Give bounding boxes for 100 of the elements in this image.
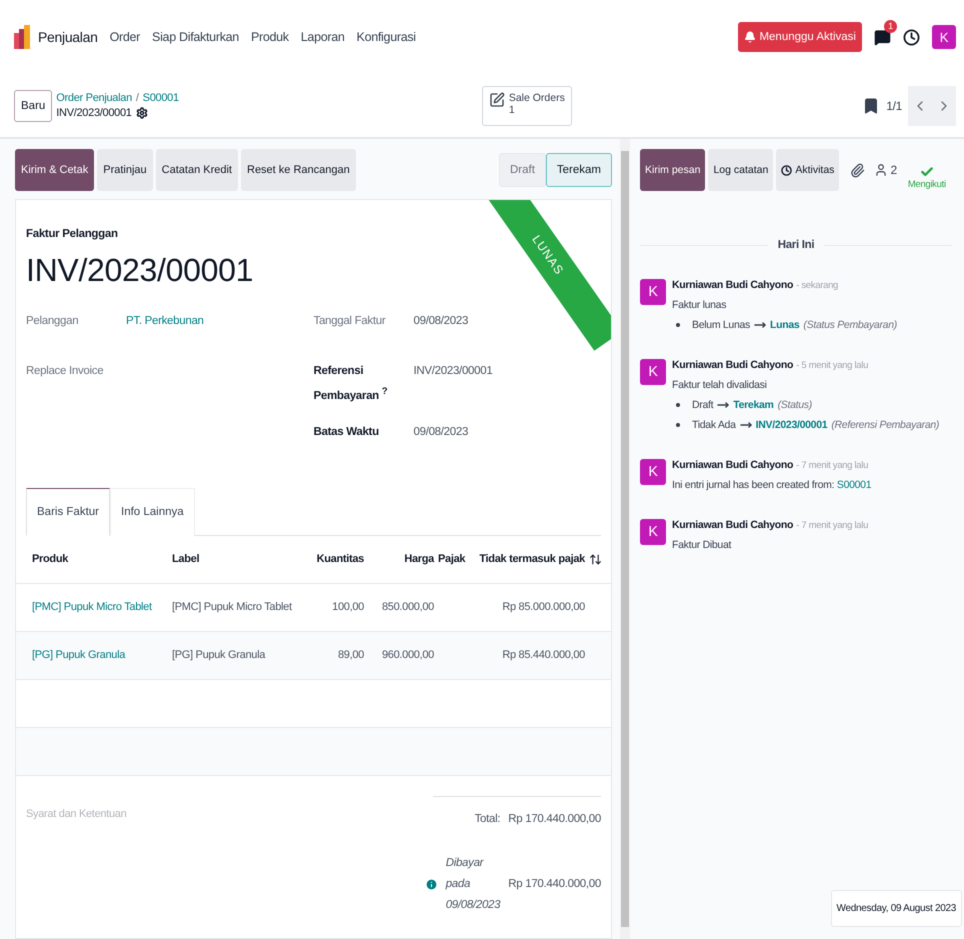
author-name: Kurniawan Budi Cahyono <box>672 279 794 291</box>
author-avatar: K <box>640 459 666 485</box>
bullet-dot <box>676 403 680 407</box>
message-time: - 7 menit yang lalu <box>796 460 868 471</box>
new-value: Terekam <box>733 399 774 411</box>
activation-button[interactable]: Menunggu Aktivasi <box>738 22 862 52</box>
author-avatar: K <box>640 359 666 385</box>
menu-item[interactable]: Laporan <box>300 30 345 44</box>
author-name: Kurniawan Budi Cahyono <box>672 359 794 371</box>
new-value: INV/2023/00001 <box>756 419 828 431</box>
sale-orders-button[interactable]: Sale Orders 1 <box>482 86 572 126</box>
column-header[interactable]: Label <box>172 553 312 566</box>
changed-field: (Status) <box>778 399 812 411</box>
followers-count[interactable]: 2 <box>874 163 897 177</box>
column-header[interactable]: Harga <box>368 553 438 566</box>
chatter-button[interactable]: Aktivitas <box>776 149 840 191</box>
tab[interactable]: Info Lainnya <box>110 488 195 536</box>
table-cell-text: Rp 85.000.000,00 <box>501 601 586 614</box>
field-label: Tanggal Faktur <box>314 314 386 329</box>
app-logo-icon <box>14 25 30 49</box>
message-text: Faktur lunas <box>672 299 726 311</box>
bell-icon <box>744 31 756 43</box>
message-time: - 5 menit yang lalu <box>796 360 868 371</box>
settings-icon[interactable] <box>136 107 148 119</box>
record-name: INV/2023/00001 <box>56 107 132 119</box>
field-value: 09/08/2023 <box>414 314 468 329</box>
table-cell-text: [PMC] Pupuk Micro Tablet <box>172 601 293 614</box>
changed-field: (Status Pembayaran) <box>803 319 897 331</box>
breadcrumb-link[interactable]: S00001 <box>142 92 179 104</box>
table-cell-text: 960.000,00 <box>380 649 435 662</box>
user-avatar[interactable]: K <box>932 25 956 49</box>
date-tooltip: Wednesday, 09 August 2023 <box>830 890 962 927</box>
field-label: Batas Waktu <box>314 424 380 440</box>
old-value: Draft <box>692 399 714 411</box>
menu-item[interactable]: Order <box>110 30 140 44</box>
author-avatar: K <box>640 519 666 545</box>
check-icon <box>920 164 934 178</box>
changed-field: (Referensi Pembayaran) <box>831 419 940 431</box>
chat-icon[interactable] <box>874 28 891 46</box>
table-cell-text: [PG] Pupuk Granula <box>172 649 266 662</box>
menu-item[interactable]: Produk <box>250 30 289 44</box>
paperclip-icon[interactable] <box>850 162 866 178</box>
message-time: - 7 menit yang lalu <box>796 520 868 531</box>
total-label: Total: <box>474 812 500 827</box>
old-value: Belum Lunas <box>692 319 750 331</box>
field-label: Pelanggan <box>26 314 80 329</box>
pager-value: 1/1 <box>886 98 902 112</box>
old-value: Tidak Ada <box>692 419 736 431</box>
action-button[interactable]: Kirim & Cetak <box>15 149 94 191</box>
author-name: Kurniawan Budi Cahyono <box>672 519 794 531</box>
bullet-dot <box>676 323 680 327</box>
column-toggle-icon[interactable] <box>589 552 602 566</box>
author-name: Kurniawan Budi Cahyono <box>672 459 794 471</box>
edit-icon <box>488 92 505 108</box>
notification-badge: 1 <box>884 20 897 32</box>
field-value: 09/08/2023 <box>414 424 468 440</box>
table-cell-text: 850.000,00 <box>380 601 435 614</box>
table-cell-text: 89,00 <box>336 649 365 662</box>
clock-icon <box>781 164 792 176</box>
record-link[interactable]: S00001 <box>836 479 872 491</box>
author-avatar: K <box>640 279 666 305</box>
message-text: Faktur Dibuat <box>672 539 732 551</box>
invoice-title: INV/2023/00001 <box>26 252 254 289</box>
breadcrumb-link[interactable]: Order Penjualan <box>56 92 132 104</box>
tab[interactable]: Baris Faktur <box>26 488 110 536</box>
product-link[interactable]: [PMC] Pupuk Micro Tablet <box>32 601 172 614</box>
column-header[interactable]: Kuantitas <box>312 553 368 566</box>
menu-item[interactable]: Siap Difakturkan <box>152 30 239 44</box>
total-value: Rp 170.440.000,00 <box>508 812 601 825</box>
chatter-button[interactable]: Kirim pesan <box>640 149 706 191</box>
product-link[interactable]: [PG] Pupuk Granula <box>32 649 172 662</box>
new-value: Lunas <box>770 319 800 331</box>
bullet-dot <box>676 423 680 427</box>
status-step[interactable]: Terekam <box>546 153 612 187</box>
breadcrumb-separator: / <box>136 92 139 104</box>
status-step[interactable]: Draft <box>498 153 546 187</box>
table-cell-text: Rp 85.440.000,00 <box>501 649 586 662</box>
action-button[interactable]: Catatan Kredit <box>156 149 238 191</box>
table-cell-text: 100,00 <box>331 601 365 614</box>
day-separator: Hari Ini <box>778 239 814 251</box>
menu-item[interactable]: Konfigurasi <box>356 30 416 44</box>
new-button[interactable]: Baru <box>14 90 52 122</box>
clock-icon[interactable] <box>903 28 920 46</box>
field-label: Referensi Pembayaran $^{?}$ <box>314 364 388 404</box>
column-header[interactable]: Pajak <box>438 553 474 566</box>
customer-link[interactable]: PT. Perkebunan <box>126 311 204 347</box>
total-value: Rp 170.440.000,00 <box>508 878 601 890</box>
field-value: INV/2023/00001 <box>414 364 492 379</box>
column-header[interactable]: Tidak termasuk pajak <box>474 553 589 566</box>
action-button[interactable]: Pratinjau <box>97 149 153 191</box>
field-label: Replace Invoice <box>26 364 104 379</box>
chatter-button[interactable]: Log catatan <box>708 149 774 191</box>
info-icon[interactable] <box>424 878 438 891</box>
message-text: Ini entri jurnal has been created from: <box>672 479 834 491</box>
message-time: - sekarang <box>796 280 838 291</box>
app-name[interactable]: Penjualan <box>38 29 98 45</box>
total-label: Dibayar pada 09/08/2023 <box>446 856 500 913</box>
message-text: Faktur telah divalidasi <box>672 379 767 391</box>
action-button[interactable]: Reset ke Rancangan <box>241 149 356 191</box>
column-header[interactable]: Produk <box>32 553 172 566</box>
